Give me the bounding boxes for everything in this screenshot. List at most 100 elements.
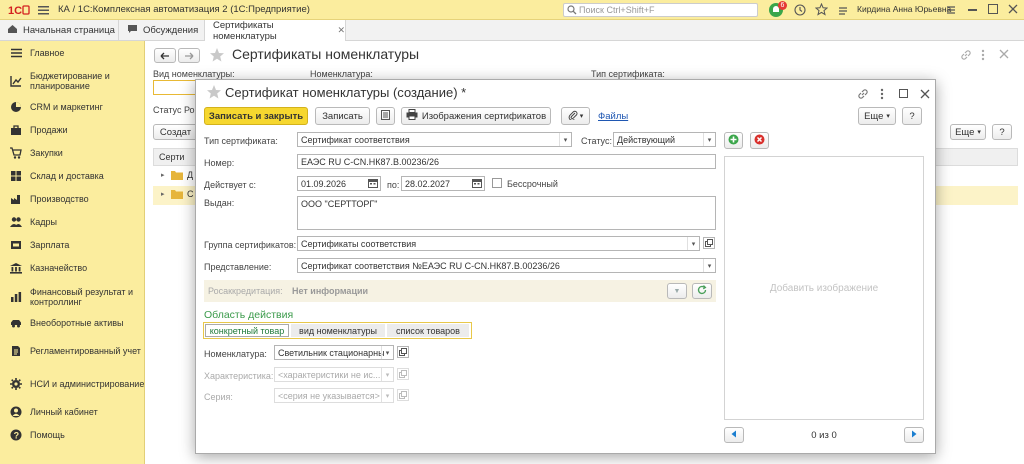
delete-image-button[interactable]	[750, 132, 769, 149]
sidebar-item-production[interactable]: Производство	[0, 191, 145, 207]
close-form-icon[interactable]	[999, 49, 1009, 62]
sidebar-item-salary[interactable]: Зарплата	[0, 237, 145, 253]
tab-item-kind[interactable]: вид номенклатуры	[291, 324, 385, 337]
favorite-star-icon[interactable]	[206, 84, 222, 103]
arrow-left-icon	[730, 430, 738, 441]
sidebar-item-label: Личный кабинет	[30, 407, 98, 417]
more-button[interactable]: Еще ▾	[858, 107, 896, 125]
menu-icon	[10, 47, 22, 59]
calendar-icon[interactable]	[368, 178, 378, 190]
open-group-button[interactable]	[703, 237, 715, 249]
sidebar-item-label: Помощь	[30, 430, 65, 440]
more-vert-icon[interactable]	[880, 88, 884, 103]
paperclip-icon	[568, 110, 578, 123]
characteristic-select[interactable]: <характеристики не ис... ▾	[274, 367, 394, 382]
create-button[interactable]: Создат	[153, 124, 198, 140]
sidebar-item-treasury[interactable]: Казначейство	[0, 260, 145, 276]
valid-from-field[interactable]: 01.09.2026	[297, 176, 381, 191]
sidebar-item-finance[interactable]: Финансовый результат и контроллинг	[0, 285, 145, 309]
series-select[interactable]: <серия не указывается> ▾	[274, 388, 394, 403]
chevron-down-icon: ▾	[703, 259, 715, 272]
files-link[interactable]: Файлы	[598, 111, 628, 122]
sidebar-item-crm[interactable]: CRM и маркетинг	[0, 99, 145, 115]
sidebar-item-assets[interactable]: Внеоборотные активы	[0, 315, 145, 331]
sidebar-item-purchases[interactable]: Закупки	[0, 145, 145, 161]
chevron-down-icon: ▾	[703, 133, 715, 146]
attach-button[interactable]: ▾	[561, 107, 590, 125]
list-view-button[interactable]	[376, 107, 395, 125]
sidebar-item-regulated[interactable]: Регламентированный учет	[0, 339, 145, 363]
filter-kind-input[interactable]	[153, 80, 198, 95]
issued-field[interactable]: ООО "СЕРТТОРГ"	[297, 196, 716, 230]
number-field[interactable]: ЕАЭС RU С-CN.НК87.В.00236/26	[297, 154, 716, 169]
certificate-images-button[interactable]: Изображения сертификатов	[401, 107, 551, 125]
list-more-button[interactable]: Еще ▾	[950, 124, 986, 140]
global-search[interactable]: Поиск Ctrl+Shift+F	[563, 3, 758, 17]
certificate-dialog: Сертификат номенклатуры (создание) * Зап…	[195, 79, 936, 454]
image-preview-area[interactable]: Добавить изображение	[724, 156, 924, 420]
link-icon[interactable]	[960, 49, 972, 64]
maximize-icon[interactable]	[988, 4, 998, 14]
maximize-icon[interactable]	[899, 89, 908, 98]
user-name[interactable]: Кирдина Анна Юрьевна	[857, 4, 951, 14]
user-icon[interactable]	[837, 4, 849, 19]
save-and-close-button[interactable]: Записать и закрыть	[204, 107, 308, 125]
tab-home[interactable]: Начальная страница	[0, 20, 118, 40]
add-image-button[interactable]	[724, 132, 743, 149]
svg-text:?: ?	[14, 430, 20, 440]
kebab-icon[interactable]	[946, 4, 956, 19]
list-more-label: Еще	[955, 126, 975, 138]
close-window-icon[interactable]	[1008, 4, 1018, 17]
search-placeholder: Поиск Ctrl+Shift+F	[579, 5, 655, 15]
minimize-icon[interactable]	[968, 9, 977, 11]
refresh-button[interactable]	[692, 283, 712, 299]
history-icon[interactable]	[794, 4, 806, 19]
link-icon[interactable]	[857, 88, 869, 103]
tab-specific-product[interactable]: конкретный товар	[205, 324, 289, 337]
help-button[interactable]: ?	[902, 107, 922, 125]
save-button[interactable]: Записать	[315, 107, 370, 125]
close-dialog-icon[interactable]	[920, 89, 930, 102]
refresh-icon	[697, 284, 707, 298]
expand-icon[interactable]: ▸	[161, 190, 165, 198]
close-tab-icon[interactable]: ✕	[337, 25, 345, 36]
accreditation-dropdown-button[interactable]: ▼	[667, 283, 687, 299]
favorites-icon[interactable]	[814, 2, 829, 19]
next-image-button[interactable]	[904, 427, 924, 443]
budget-icon	[10, 75, 22, 87]
open-characteristic-button[interactable]	[397, 368, 409, 380]
tab-discussions-label: Обсуждения	[143, 24, 199, 36]
tab-discussions[interactable]: Обсуждения	[118, 20, 204, 40]
open-series-button[interactable]	[397, 389, 409, 401]
sidebar-item-warehouse[interactable]: Склад и доставка	[0, 168, 145, 184]
repr-field[interactable]: Сертификат соответствия №ЕАЭС RU С-CN.НК…	[297, 258, 716, 273]
sidebar-item-cabinet[interactable]: Личный кабинет	[0, 404, 145, 420]
valid-to-field[interactable]: 28.02.2027	[401, 176, 485, 191]
indefinite-checkbox[interactable]	[492, 178, 502, 188]
chevron-down-icon: ▾	[886, 113, 890, 120]
tab-product-list[interactable]: список товаров	[387, 324, 469, 337]
item-select[interactable]: Светильник стационарны ▾	[274, 345, 394, 360]
menu-icon[interactable]	[38, 5, 49, 15]
forward-button[interactable]	[178, 48, 200, 63]
back-button[interactable]	[154, 48, 176, 63]
list-help-button[interactable]: ?	[992, 124, 1012, 140]
more-vert-icon[interactable]	[981, 49, 985, 64]
cert-type-select[interactable]: Сертификат соответствия ▾	[297, 132, 572, 147]
column-header-cert[interactable]: Серти	[159, 152, 184, 162]
favorite-star-icon[interactable]	[209, 47, 225, 66]
open-item-button[interactable]	[397, 346, 409, 358]
sidebar-item-hr[interactable]: Кадры	[0, 214, 145, 230]
prev-image-button[interactable]	[724, 427, 744, 443]
sidebar-item-help[interactable]: ? Помощь	[0, 427, 145, 443]
calendar-icon[interactable]	[472, 178, 482, 190]
scope-tabs: конкретный товар вид номенклатуры список…	[203, 322, 472, 339]
tab-certificates[interactable]: Сертификаты номенклатуры ✕	[204, 20, 346, 42]
sidebar-item-main[interactable]: Главное	[0, 45, 145, 61]
group-select[interactable]: Сертификаты соответствия ▾	[297, 236, 700, 251]
sidebar-item-sales[interactable]: Продажи	[0, 122, 145, 138]
status-select[interactable]: Действующий ▾	[613, 132, 716, 147]
sidebar-item-budget[interactable]: Бюджетирование и планирование	[0, 69, 145, 93]
sidebar-item-admin[interactable]: НСИ и администрирование	[0, 372, 145, 396]
expand-icon[interactable]: ▸	[161, 171, 165, 179]
